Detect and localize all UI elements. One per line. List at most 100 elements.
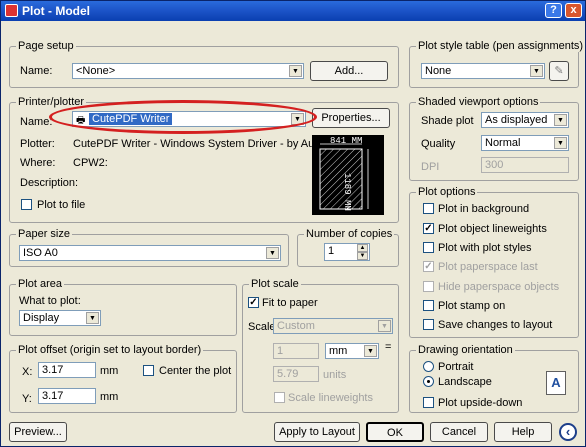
dpi-label: DPI bbox=[421, 161, 440, 173]
copies-value: 1 bbox=[328, 245, 335, 257]
close-icon[interactable]: x bbox=[565, 3, 582, 18]
plot-offset-label: Plot offset (origin set to layout border… bbox=[16, 344, 204, 356]
spin-up-icon[interactable]: ▲ bbox=[357, 244, 368, 252]
paper-size-group: Paper size ISO A0 ▼ bbox=[9, 228, 289, 267]
help-icon[interactable]: ? bbox=[545, 3, 562, 18]
scale-unit-select[interactable]: mm ▼ bbox=[325, 343, 379, 359]
plot-upside-down-checkbox[interactable] bbox=[423, 397, 434, 408]
chevron-down-icon[interactable]: ▼ bbox=[378, 320, 391, 332]
offset-y-input[interactable]: 3.17 bbox=[38, 388, 96, 404]
quality-label: Quality bbox=[421, 138, 456, 150]
scale-unit-value: mm bbox=[329, 345, 348, 357]
save-changes-checkbox[interactable] bbox=[423, 319, 434, 330]
ok-button[interactable]: OK bbox=[366, 422, 424, 442]
shade-plot-select[interactable]: As displayed ▼ bbox=[481, 112, 569, 128]
scale-value2: 5.79 bbox=[277, 368, 299, 380]
window-title: Plot - Model bbox=[22, 4, 90, 18]
plot-with-plot-styles-checkbox[interactable] bbox=[423, 242, 434, 253]
page-setup-label: Page setup bbox=[16, 40, 76, 52]
plot-options-label: Plot options bbox=[416, 186, 478, 198]
spin-down-icon[interactable]: ▼ bbox=[357, 252, 368, 260]
fit-to-paper-checkbox[interactable]: ✓ bbox=[248, 297, 259, 308]
plot-scale-label: Plot scale bbox=[249, 278, 301, 290]
scale-value1: 1 bbox=[277, 345, 284, 357]
landscape-radio[interactable] bbox=[423, 376, 434, 387]
paper-size-label: Paper size bbox=[16, 228, 72, 240]
plot-scale-group: Plot scale ✓ Fit to paper Scale: Custom … bbox=[242, 278, 399, 413]
portrait-label: Portrait bbox=[438, 361, 474, 373]
plotter-value: CutePDF Writer - Windows System Driver -… bbox=[73, 138, 347, 150]
shaded-viewport-label: Shaded viewport options bbox=[416, 96, 541, 108]
drawing-orientation-label: Drawing orientation bbox=[416, 344, 515, 356]
portrait-radio[interactable] bbox=[423, 361, 434, 372]
chevron-down-icon[interactable]: ▼ bbox=[530, 65, 543, 77]
hide-paperspace-objects-checkbox[interactable] bbox=[423, 281, 434, 292]
pencil-icon: ✎ bbox=[554, 65, 564, 77]
apply-to-layout-button[interactable]: Apply to Layout bbox=[274, 422, 360, 442]
offset-x-input[interactable]: 3.17 bbox=[38, 362, 96, 378]
where-value: CPW2: bbox=[73, 157, 108, 169]
help-button[interactable]: Help bbox=[494, 422, 552, 442]
plot-paperspace-last-checkbox[interactable]: ✓ bbox=[423, 261, 434, 272]
scale-value2-input[interactable]: 5.79 bbox=[273, 366, 319, 382]
chevron-down-icon[interactable]: ▼ bbox=[266, 247, 279, 259]
landscape-label: Landscape bbox=[438, 376, 492, 388]
copies-group: Number of copies 1 ▲ ▼ bbox=[297, 228, 399, 267]
plot-in-background-checkbox[interactable] bbox=[423, 203, 434, 214]
plot-to-file-checkbox[interactable] bbox=[21, 199, 32, 210]
plot-style-table-value: None bbox=[425, 65, 452, 77]
chevron-down-icon[interactable]: ▼ bbox=[554, 137, 567, 149]
plot-area-label: Plot area bbox=[16, 278, 65, 290]
edit-plot-style-button[interactable]: ✎ bbox=[549, 61, 569, 81]
plot-to-file-label: Plot to file bbox=[37, 199, 86, 211]
page-setup-name-label: Name: bbox=[20, 65, 53, 77]
orientation-page-glyph: A bbox=[551, 375, 561, 390]
cancel-button[interactable]: Cancel bbox=[430, 422, 488, 442]
copies-label: Number of copies bbox=[304, 228, 395, 240]
orientation-page-icon: A bbox=[546, 371, 566, 395]
plot-object-lineweights-checkbox[interactable]: ✓ bbox=[423, 223, 434, 234]
plot-stamp-on-label: Plot stamp on bbox=[438, 300, 506, 312]
paper-size-select[interactable]: ISO A0 ▼ bbox=[19, 245, 281, 261]
shade-plot-label: Shade plot bbox=[421, 115, 474, 127]
scale-lineweights-checkbox[interactable] bbox=[274, 392, 285, 403]
offset-y-value: 3.17 bbox=[42, 390, 64, 402]
scale-value1-input[interactable]: 1 bbox=[273, 343, 319, 359]
offset-x-label: X: bbox=[22, 366, 33, 378]
chevron-down-icon[interactable]: ▼ bbox=[364, 345, 377, 357]
save-changes-label: Save changes to layout bbox=[438, 319, 553, 331]
plot-style-table-label: Plot style table (pen assignments) bbox=[416, 40, 586, 52]
what-to-plot-label: What to plot: bbox=[19, 295, 81, 307]
plot-offset-group: Plot offset (origin set to layout border… bbox=[9, 344, 237, 413]
center-plot-label: Center the plot bbox=[159, 365, 232, 377]
plot-style-table-select[interactable]: None ▼ bbox=[421, 63, 545, 79]
quality-value: Normal bbox=[485, 137, 521, 149]
collapse-options-icon[interactable]: ‹ bbox=[559, 423, 577, 441]
dpi-input[interactable]: 300 bbox=[481, 157, 569, 173]
plot-area-group: Plot area What to plot: Display ▼ bbox=[9, 278, 237, 336]
scale-units-label: units bbox=[323, 369, 347, 381]
what-to-plot-select[interactable]: Display ▼ bbox=[19, 310, 101, 326]
plot-stamp-on-checkbox[interactable] bbox=[423, 300, 434, 311]
offset-x-value: 3.17 bbox=[42, 364, 64, 376]
shade-plot-value: As displayed bbox=[485, 114, 548, 126]
paper-preview: 841 MM 1189 MM bbox=[312, 135, 384, 215]
plot-object-lineweights-label: Plot object lineweights bbox=[438, 223, 547, 235]
center-plot-checkbox[interactable] bbox=[143, 365, 154, 376]
chevron-down-icon[interactable]: ▼ bbox=[554, 114, 567, 126]
add-page-setup-button[interactable]: Add... bbox=[310, 61, 388, 81]
shaded-viewport-group: Shaded viewport options Shade plot As di… bbox=[409, 96, 579, 181]
scale-select[interactable]: Custom ▼ bbox=[273, 318, 393, 334]
offset-x-unit: mm bbox=[100, 365, 119, 377]
page-setup-name-select[interactable]: <None> ▼ bbox=[72, 63, 304, 79]
chevron-down-icon[interactable]: ▼ bbox=[86, 312, 99, 324]
where-label: Where: bbox=[20, 157, 56, 169]
quality-select[interactable]: Normal ▼ bbox=[481, 135, 569, 151]
chevron-down-icon[interactable]: ▼ bbox=[289, 65, 302, 77]
scale-lineweights-label: Scale lineweights bbox=[288, 392, 373, 404]
printer-properties-button[interactable]: Properties... bbox=[312, 108, 390, 128]
copies-stepper[interactable]: 1 ▲ ▼ bbox=[324, 243, 370, 261]
dpi-value: 300 bbox=[485, 159, 504, 171]
preview-button[interactable]: Preview... bbox=[9, 422, 67, 442]
collapse-glyph: ‹ bbox=[565, 424, 571, 439]
